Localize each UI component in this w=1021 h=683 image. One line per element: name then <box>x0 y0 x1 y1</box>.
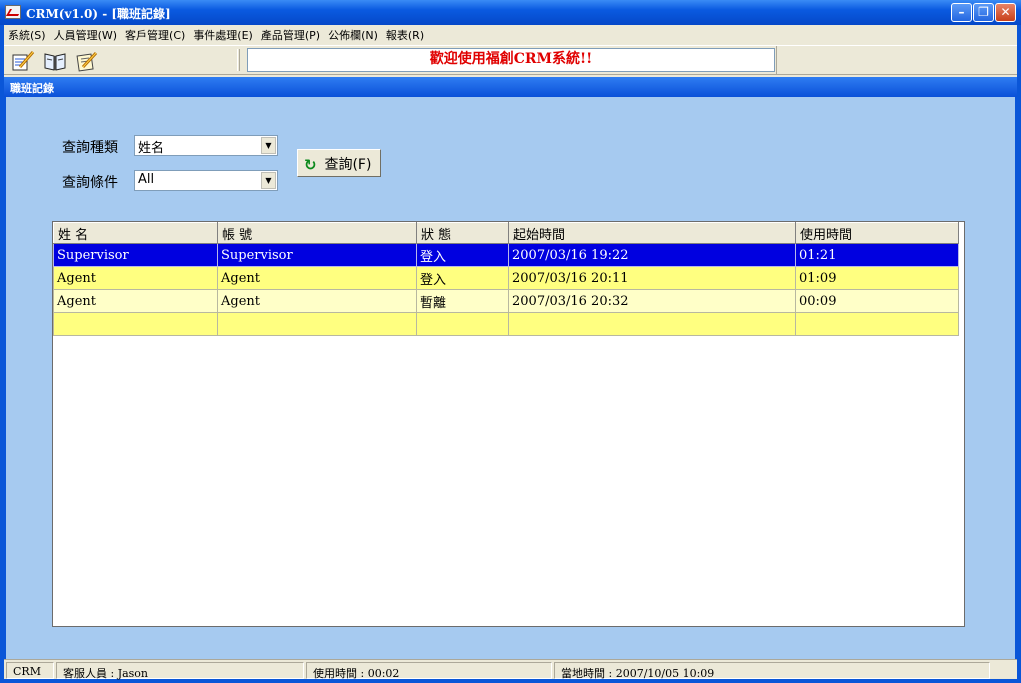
window-title: CRM(v1.0) - [職班記錄] <box>26 7 171 21</box>
minimize-button[interactable]: – <box>951 3 972 22</box>
cell-status[interactable]: 暫離 <box>416 289 509 313</box>
restore-button[interactable]: ❐ <box>973 3 994 22</box>
cell-account[interactable]: Agent <box>217 266 417 290</box>
title-bar[interactable]: CRM(v1.0) - [職班記錄] – ❐ ✕ <box>0 0 1021 25</box>
welcome-banner: 歡迎使用福創CRM系統!! <box>247 48 775 72</box>
menu-staff[interactable]: 人員管理(W) <box>50 25 121 44</box>
shift-record-grid[interactable]: 姓 名 帳 號 狀 態 起始時間 使用時間 Supervisor Supervi… <box>52 221 965 627</box>
cell-name[interactable]: Agent <box>53 289 218 313</box>
menu-system[interactable]: 系統(S) <box>4 25 50 44</box>
child-window-title: 職班記錄 <box>4 77 1017 97</box>
app-window: CRM(v1.0) - [職班記錄] – ❐ ✕ 系統(S) 人員管理(W) 客… <box>0 0 1021 683</box>
cell-usage-time[interactable]: 01:21 <box>795 243 959 267</box>
query-condition-label: 查詢條件 <box>62 175 118 191</box>
column-header-account[interactable]: 帳 號 <box>217 222 417 244</box>
child-window: 職班記錄 查詢種類 姓名 ▼ 查詢條件 All ▼ ↻ 查詢(F) 姓 名 帳 … <box>4 77 1017 661</box>
query-type-value: 姓名 <box>138 141 165 156</box>
cell-start-time[interactable]: 2007/03/16 20:32 <box>508 289 796 313</box>
book-icon[interactable] <box>42 49 68 73</box>
cell-usage-time[interactable]: 01:09 <box>795 266 959 290</box>
close-button[interactable]: ✕ <box>995 3 1016 22</box>
menu-bulletin[interactable]: 公佈欄(N) <box>324 25 382 44</box>
edit-icon[interactable] <box>10 49 36 73</box>
query-button[interactable]: ↻ 查詢(F) <box>297 149 381 177</box>
cell-start-time[interactable]: 2007/03/16 20:11 <box>508 266 796 290</box>
table-row[interactable]: Agent Agent 登入 2007/03/16 20:11 01:09 <box>53 266 959 290</box>
menu-bar: 系統(S) 人員管理(W) 客戶管理(C) 事件處理(E) 產品管理(P) 公佈… <box>4 25 1017 44</box>
cell-usage-time[interactable]: 00:09 <box>795 289 959 313</box>
cell-start-time[interactable]: 2007/03/16 19:22 <box>508 243 796 267</box>
chevron-down-icon[interactable]: ▼ <box>261 137 276 154</box>
status-usage-time: 使用時間 : 00:02 <box>306 662 552 680</box>
query-type-label: 查詢種類 <box>62 140 118 156</box>
cell-account[interactable]: Agent <box>217 289 417 313</box>
menu-report[interactable]: 報表(R) <box>382 25 428 44</box>
query-button-label: 查詢(F) <box>324 157 372 173</box>
table-row[interactable]: Agent Agent 暫離 2007/03/16 20:32 00:09 <box>53 289 959 313</box>
toolbar: 歡迎使用福創CRM系統!! <box>4 45 1017 75</box>
status-local-time: 當地時間 : 2007/10/05 10:09 <box>554 662 990 680</box>
cell-name[interactable]: Agent <box>53 266 218 290</box>
column-header-status[interactable]: 狀 態 <box>416 222 509 244</box>
menu-customer[interactable]: 客戶管理(C) <box>121 25 189 44</box>
cell-usage-time[interactable] <box>795 312 959 336</box>
status-bar: CRM 客服人員 : Jason 使用時間 : 00:02 當地時間 : 200… <box>4 659 1017 680</box>
cell-account[interactable] <box>217 312 417 336</box>
cell-status[interactable] <box>416 312 509 336</box>
grid-header-row: 姓 名 帳 號 狀 態 起始時間 使用時間 <box>53 222 959 244</box>
main-client-area: 系統(S) 人員管理(W) 客戶管理(C) 事件處理(E) 產品管理(P) 公佈… <box>4 25 1017 680</box>
status-app: CRM <box>6 662 54 679</box>
toolbar-divider <box>776 46 777 74</box>
query-type-select[interactable]: 姓名 ▼ <box>134 135 278 156</box>
refresh-icon: ↻ <box>304 156 317 174</box>
cell-start-time[interactable] <box>508 312 796 336</box>
cell-name[interactable] <box>53 312 218 336</box>
table-row-new[interactable] <box>53 312 959 336</box>
cell-account[interactable]: Supervisor <box>217 243 417 267</box>
status-agent: 客服人員 : Jason <box>56 662 304 680</box>
menu-event[interactable]: 事件處理(E) <box>189 25 257 44</box>
table-row[interactable]: Supervisor Supervisor 登入 2007/03/16 19:2… <box>53 243 959 267</box>
chevron-down-icon[interactable]: ▼ <box>261 172 276 189</box>
cell-status[interactable]: 登入 <box>416 243 509 267</box>
cell-status[interactable]: 登入 <box>416 266 509 290</box>
notes-icon[interactable] <box>74 49 100 73</box>
query-condition-value: All <box>138 172 155 187</box>
cell-name[interactable]: Supervisor <box>53 243 218 267</box>
app-icon[interactable] <box>5 5 21 19</box>
column-header-start-time[interactable]: 起始時間 <box>508 222 796 244</box>
column-header-name[interactable]: 姓 名 <box>53 222 218 244</box>
column-header-usage-time[interactable]: 使用時間 <box>795 222 959 244</box>
shift-record-form: 查詢種類 姓名 ▼ 查詢條件 All ▼ ↻ 查詢(F) 姓 名 帳 號 狀 態… <box>6 97 1015 659</box>
toolbar-grip[interactable] <box>237 49 240 71</box>
menu-product[interactable]: 產品管理(P) <box>257 25 324 44</box>
query-condition-select[interactable]: All ▼ <box>134 170 278 191</box>
